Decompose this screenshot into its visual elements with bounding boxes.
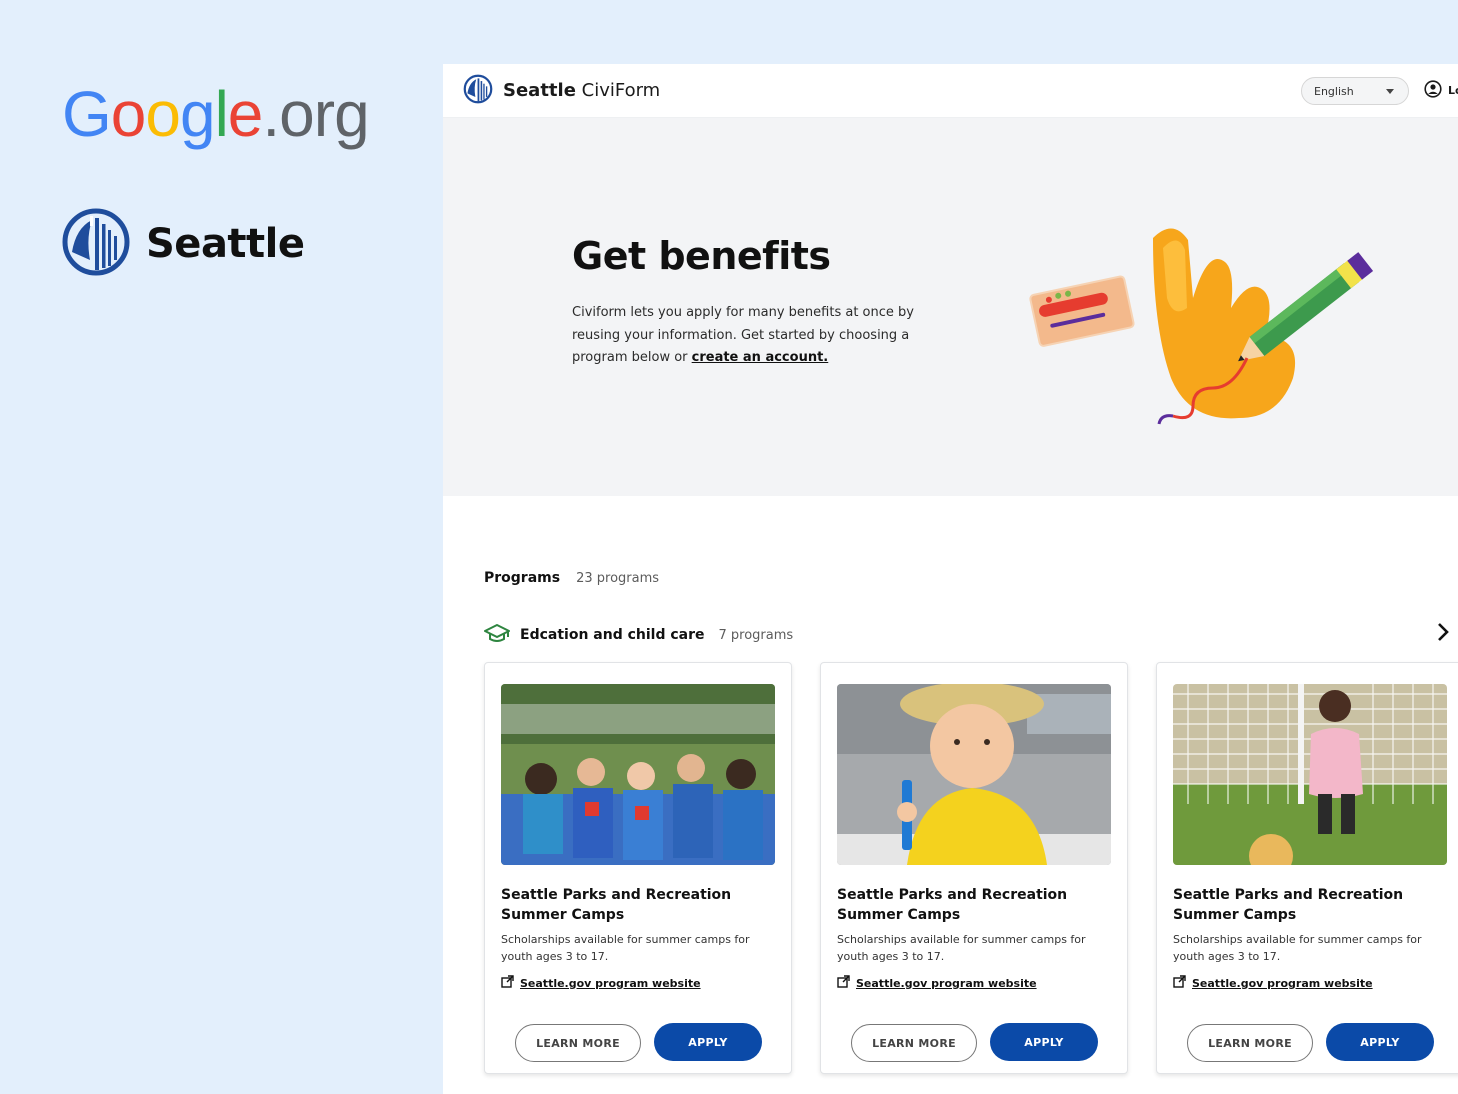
category-name: Edcation and child care bbox=[520, 627, 705, 643]
login-button[interactable]: Lo bbox=[1424, 80, 1458, 101]
google-org-logo: Google.org bbox=[62, 78, 370, 150]
program-photo bbox=[501, 684, 775, 865]
learn-more-button[interactable]: LEARN MORE bbox=[515, 1024, 641, 1062]
app-name[interactable]: Seattle CiviForm bbox=[503, 80, 660, 101]
logo-suffix: .org bbox=[262, 78, 369, 150]
program-website-label: Seattle.gov program website bbox=[1192, 976, 1373, 990]
seattle-seal-icon bbox=[62, 208, 130, 280]
program-description: Scholarships available for summer camps … bbox=[837, 933, 1086, 963]
hero-description: Civiform lets you apply for many benefit… bbox=[572, 302, 932, 370]
program-title: Seattle Parks and Recreation Summer Camp… bbox=[837, 887, 1068, 923]
logo-letter: G bbox=[62, 78, 112, 150]
learn-more-button[interactable]: LEARN MORE bbox=[1187, 1024, 1313, 1062]
program-title: Seattle Parks and Recreation Summer Camp… bbox=[501, 887, 732, 923]
program-website-label: Seattle.gov program website bbox=[856, 976, 1037, 990]
program-website-link[interactable]: Seattle.gov program website bbox=[837, 975, 1037, 991]
logo-letter: l bbox=[214, 78, 229, 150]
hero-title: Get benefits bbox=[572, 234, 831, 278]
program-card: Seattle Parks and Recreation Summer Camp… bbox=[1156, 662, 1458, 1074]
apply-button[interactable]: APPLY bbox=[654, 1023, 762, 1061]
category-count: 7 programs bbox=[718, 627, 794, 643]
programs-header: Programs 23 programs bbox=[484, 570, 659, 586]
program-card: Seattle Parks and Recreation Summer Camp… bbox=[820, 662, 1128, 1074]
app-name-rest: CiviForm bbox=[575, 80, 661, 101]
app-name-bold: Seattle bbox=[503, 80, 576, 101]
program-photo bbox=[1173, 684, 1447, 865]
program-website-link[interactable]: Seattle.gov program website bbox=[1173, 975, 1373, 991]
program-website-label: Seattle.gov program website bbox=[520, 976, 701, 990]
external-link-icon bbox=[837, 975, 850, 991]
programs-title: Programs bbox=[484, 570, 561, 586]
carousel-next-button[interactable] bbox=[1433, 622, 1453, 646]
category-header: Edcation and child care 7 programs bbox=[484, 622, 793, 648]
apply-button[interactable]: APPLY bbox=[990, 1023, 1098, 1061]
program-photo bbox=[837, 684, 1111, 865]
chevron-right-icon bbox=[1437, 622, 1449, 646]
account-circle-icon bbox=[1424, 80, 1442, 101]
seattle-logo: Seattle bbox=[62, 208, 305, 280]
create-account-link[interactable]: create an account. bbox=[692, 350, 829, 365]
language-value: English bbox=[1314, 84, 1354, 98]
logo-letter: o bbox=[145, 78, 181, 150]
hero-illustration bbox=[1003, 218, 1393, 452]
logo-letter: o bbox=[110, 78, 147, 150]
login-label: Lo bbox=[1448, 84, 1458, 97]
program-description: Scholarships available for summer camps … bbox=[1173, 933, 1422, 963]
seattle-seal-icon[interactable] bbox=[463, 74, 493, 108]
app-window: Seattle CiviForm English Lo Get benefits… bbox=[443, 64, 1458, 1094]
learn-more-button[interactable]: LEARN MORE bbox=[851, 1024, 977, 1062]
language-select[interactable]: English bbox=[1301, 77, 1409, 105]
logo-letter: e bbox=[227, 78, 264, 150]
programs-count: 23 programs bbox=[576, 571, 660, 586]
logo-letter: g bbox=[179, 78, 216, 150]
graduation-cap-icon bbox=[484, 622, 510, 648]
program-card: Seattle Parks and Recreation Summer Camp… bbox=[484, 662, 792, 1074]
top-navigation: Seattle CiviForm English Lo bbox=[443, 64, 1458, 118]
external-link-icon bbox=[1173, 975, 1186, 991]
program-title: Seattle Parks and Recreation Summer Camp… bbox=[1173, 887, 1404, 923]
hero-section: Get benefits Civiform lets you apply for… bbox=[443, 118, 1458, 496]
program-website-link[interactable]: Seattle.gov program website bbox=[501, 975, 701, 991]
chevron-down-icon bbox=[1386, 89, 1394, 94]
program-description: Scholarships available for summer camps … bbox=[501, 933, 750, 963]
seattle-label: Seattle bbox=[146, 221, 305, 267]
external-link-icon bbox=[501, 975, 514, 991]
apply-button[interactable]: APPLY bbox=[1326, 1023, 1434, 1061]
